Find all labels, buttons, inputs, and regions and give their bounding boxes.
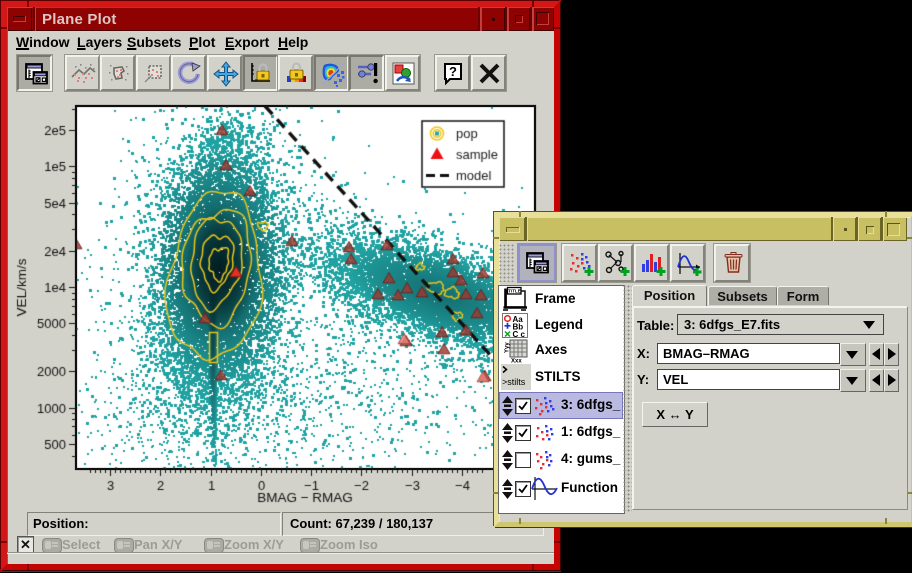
svg-text:Xxx: Xxx <box>511 359 522 364</box>
svg-text:TITLE: TITLE <box>508 289 521 294</box>
svg-text:?: ? <box>449 64 457 79</box>
svg-text:>stilts: >stilts <box>502 377 526 387</box>
svg-text:Yyy: Yyy <box>505 342 511 353</box>
